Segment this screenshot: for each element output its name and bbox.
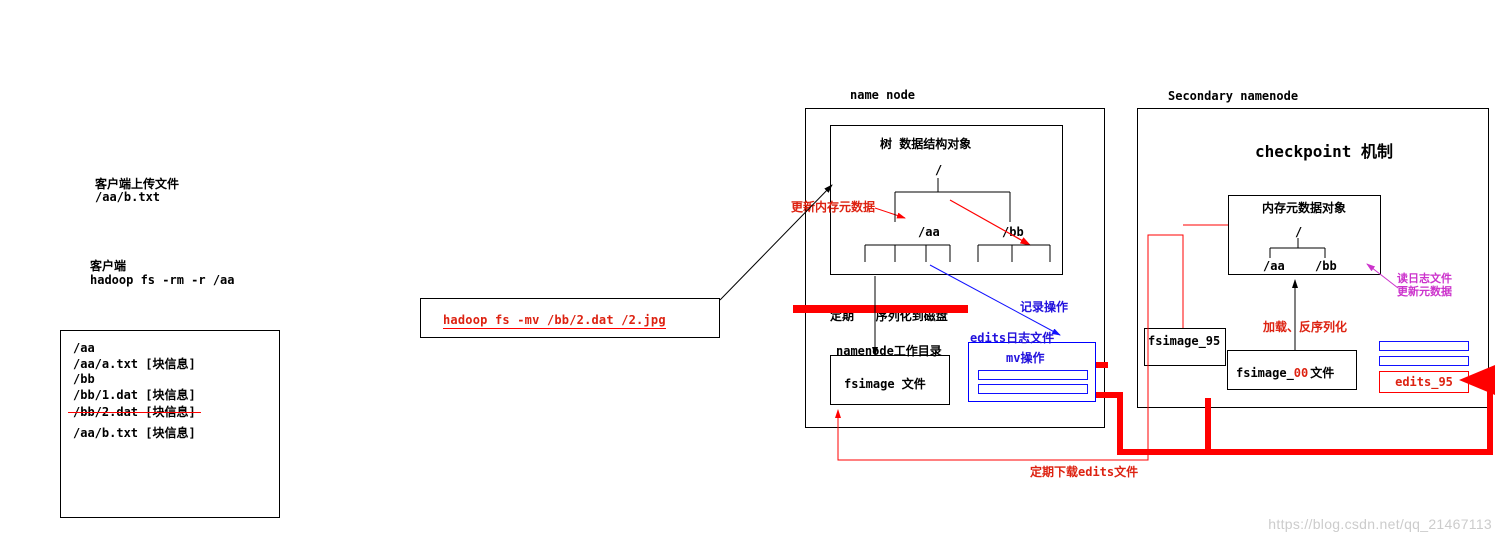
edits-sub-1 <box>978 370 1088 380</box>
client-files-box: /aa /aa/a.txt [块信息] /bb /bb/1.dat [块信息] … <box>60 330 280 518</box>
edits-file-text: edits_95 <box>1395 375 1453 389</box>
client-upload-path: /aa/b.txt <box>95 190 160 204</box>
client-title: 客户端 <box>90 257 126 274</box>
tree-bb: /bb <box>1002 225 1024 239</box>
fsimage-a-text: fsimage_95 <box>1148 334 1220 348</box>
file-line-1: /aa <box>73 341 267 355</box>
sec-edits-box: edits_95 <box>1379 371 1469 393</box>
mem-title: 内存元数据对象 <box>1262 199 1346 216</box>
mv-command-box: hadoop fs -mv /bb/2.dat /2.jpg <box>420 298 720 338</box>
edits-log-title: edits日志文件 <box>970 329 1054 346</box>
load-label: 加载、反序列化 <box>1263 318 1347 335</box>
watermark: https://blog.csdn.net/qq_21467113 <box>1268 516 1492 532</box>
checkpoint-label: checkpoint 机制 <box>1255 138 1393 162</box>
fsimage-label: fsimage 文件 <box>844 375 926 392</box>
mem-aa: /aa <box>1263 259 1285 273</box>
mv-command-text: hadoop fs -mv /bb/2.dat /2.jpg <box>443 313 666 329</box>
record-label: 记录操作 <box>1020 298 1068 315</box>
mv-op-text: mv操作 <box>1006 349 1044 366</box>
mem-root: / <box>1295 225 1302 239</box>
tree-label: 树 数据结构对象 <box>880 135 971 152</box>
namenode-title: name node <box>850 88 915 102</box>
client-command: hadoop fs -rm -r /aa <box>90 273 235 287</box>
edits-sub-2 <box>978 384 1088 394</box>
file-line-3: /bb <box>73 372 267 386</box>
tree-root: / <box>935 163 942 177</box>
file-line-5-struck: /bb/2.dat [块信息] <box>73 403 196 420</box>
fsimage-b-text: fsimage_00文件 <box>1236 364 1334 381</box>
file-line-2: /aa/a.txt [块信息] <box>73 355 267 372</box>
secondary-title: Secondary namenode <box>1168 89 1298 103</box>
tree-aa: /aa <box>918 225 940 239</box>
sec-sub-2 <box>1379 356 1469 366</box>
sec-sub-1 <box>1379 341 1469 351</box>
download-label: 定期下载edits文件 <box>1030 463 1138 480</box>
red-cover-bar <box>793 305 968 313</box>
file-line-4: /bb/1.dat [块信息] <box>73 386 267 403</box>
file-line-6: /aa/b.txt [块信息] <box>73 424 267 441</box>
read-label: 读日志文件 更新元数据 <box>1397 272 1452 298</box>
mem-bb: /bb <box>1315 259 1337 273</box>
update-label: 更新内存元数据 <box>791 198 875 215</box>
workdir-title: namenode工作目录 <box>836 342 942 359</box>
